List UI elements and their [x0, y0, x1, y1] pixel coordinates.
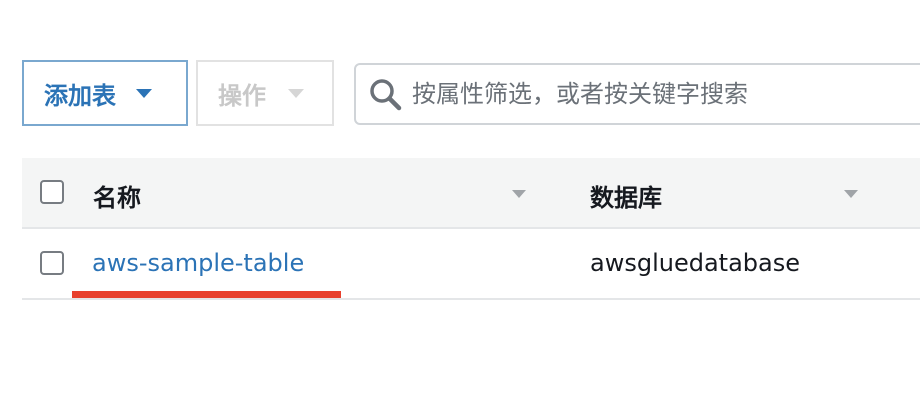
column-header-database[interactable]: 数据库 [590, 178, 662, 213]
toolbar: 添加表 操作 [22, 60, 920, 126]
add-table-button[interactable]: 添加表 [22, 60, 188, 126]
database-cell: awsgluedatabase [590, 249, 800, 277]
highlight-underline [72, 291, 341, 298]
select-all-checkbox[interactable] [40, 180, 64, 204]
caret-down-icon [136, 88, 152, 98]
actions-button[interactable]: 操作 [196, 60, 334, 126]
table-header: 名称 数据库 [22, 158, 920, 229]
search-input[interactable] [412, 80, 892, 108]
actions-label: 操作 [218, 81, 266, 110]
column-header-name[interactable]: 名称 [93, 178, 141, 213]
search-box[interactable] [354, 63, 920, 125]
caret-down-icon [288, 88, 304, 98]
row-checkbox[interactable] [40, 251, 64, 275]
table-name-link[interactable]: aws-sample-table [92, 249, 304, 277]
sort-icon[interactable] [844, 190, 858, 198]
sort-icon[interactable] [512, 190, 526, 198]
table-row: aws-sample-table awsgluedatabase [22, 229, 920, 300]
add-table-label: 添加表 [44, 81, 116, 110]
search-icon [370, 79, 402, 111]
tables-table: 名称 数据库 aws-sample-table awsgluedatabase [22, 158, 920, 300]
